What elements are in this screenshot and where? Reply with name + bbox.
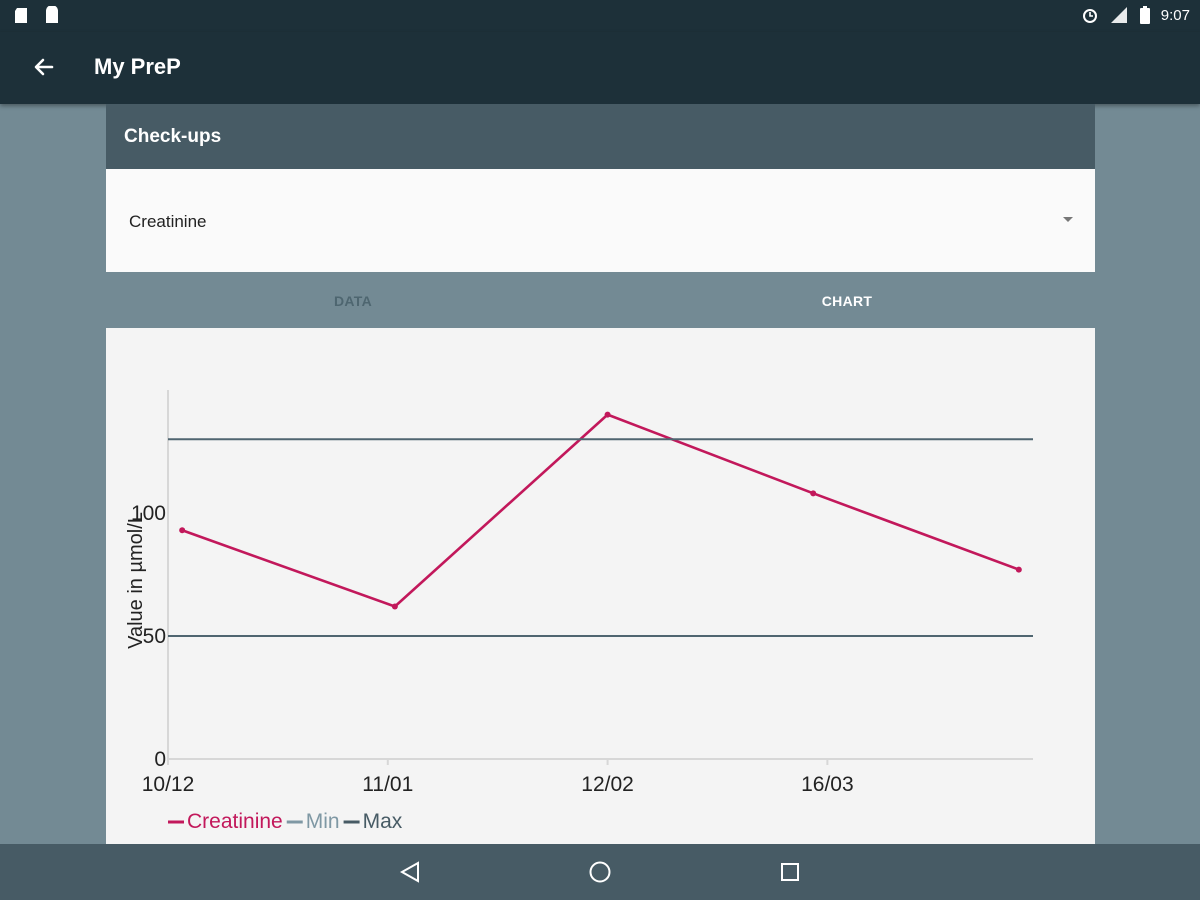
x-tick-label: 16/03 <box>801 773 854 796</box>
x-tick-label: 12/02 <box>581 773 634 796</box>
y-axis-title: Value in µmol/L <box>125 512 147 649</box>
alarm-icon <box>1082 9 1097 23</box>
data-point <box>1015 566 1022 573</box>
notification-icon <box>46 6 58 23</box>
tab-bar: DATA CHART <box>106 273 1095 328</box>
nav-recents-button[interactable] <box>766 852 814 892</box>
tab-data[interactable]: DATA <box>106 273 600 328</box>
dropdown-arrow-icon <box>1063 217 1073 222</box>
data-point <box>604 411 611 418</box>
legend-label: Max <box>363 810 403 833</box>
square-recents-icon <box>781 863 799 881</box>
clock: 9:07 <box>1160 6 1190 24</box>
app-bar: My PreP <box>0 32 1200 104</box>
nav-back-button[interactable] <box>386 852 434 892</box>
y-tick-label: 0 <box>154 748 166 771</box>
chart-card: 0 50 100 Value in µmol/L 10/12 11/01 12/02 16/0… <box>106 328 1095 844</box>
legend-label: Creatinine <box>187 810 283 833</box>
back-button[interactable] <box>22 46 66 90</box>
navigation-bar <box>0 844 1200 900</box>
creatinine-line-chart: 050100Value in µmol/L10/12 11/01 12/02 16/0… <box>125 390 1033 833</box>
x-tick-label: 10/12 <box>142 773 195 796</box>
data-point <box>179 527 186 534</box>
signal-icon <box>1110 7 1127 23</box>
app-title: My PreP <box>94 54 181 79</box>
nav-home-button[interactable] <box>576 852 624 892</box>
data-point <box>810 490 817 497</box>
triangle-back-icon <box>399 861 419 883</box>
tab-chart[interactable]: CHART <box>600 273 1094 328</box>
arrow-back-icon <box>34 58 54 76</box>
legend-label: Min <box>306 810 340 833</box>
dropdown-selected-value: Creatinine <box>129 212 207 231</box>
data-point <box>391 603 398 610</box>
parameter-dropdown[interactable]: Creatinine <box>106 169 1095 272</box>
checkups-header: Check-ups <box>106 104 1095 169</box>
section-title: Check-ups <box>124 126 222 147</box>
x-tick-label: 11/01 <box>362 773 413 796</box>
series-line-creatinine <box>181 413 1020 608</box>
status-bar: 9:07 <box>0 0 1200 32</box>
battery-icon <box>1139 6 1150 24</box>
notification-icon <box>15 8 27 23</box>
circle-home-icon <box>589 861 611 883</box>
